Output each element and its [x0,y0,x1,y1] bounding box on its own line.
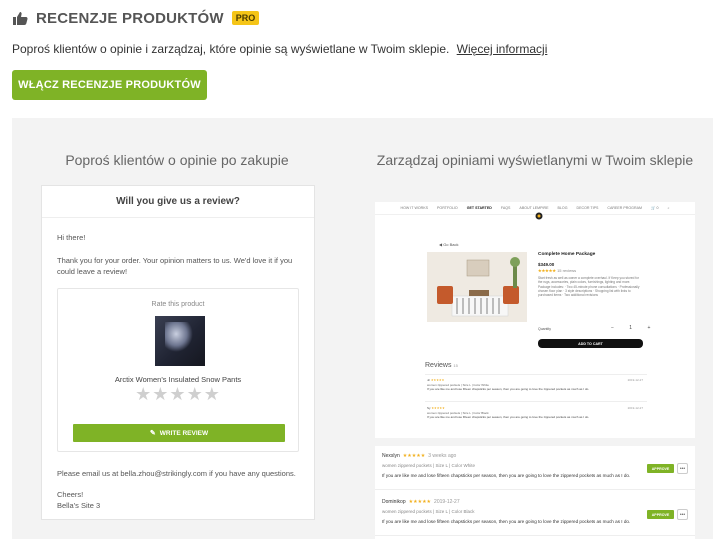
shop-nav-item: PORTFOLIO [437,206,458,210]
cart-icon: 🛒 0 [650,206,659,210]
review-stars: ★★★★★ [402,453,426,459]
review-row: Nexslyn ★★★★★ 3 weeks ago women zippered p… [375,446,695,490]
shop-logo [535,212,543,220]
shop-product-rating: ★★★★★ 15 reviews [538,268,577,273]
email-signature: Bella's Site 3 [57,501,101,510]
shop-preview: HOW IT WORKS PORTFOLIO GET STARTED FAQS … [375,202,695,438]
shop-product-description: Start fresh as well as owner a complete … [538,276,640,298]
go-back-link: ◀ Go Back [439,242,459,247]
add-to-cart-button: ADD TO CART [538,339,643,348]
review-text: If you are like me and lose fifteen chap… [382,473,631,478]
rate-product-box: Rate this product Arctix Women's Insulat… [57,288,299,452]
more-options-button[interactable]: ••• [677,509,688,520]
approve-button[interactable]: APPROVE [647,510,674,519]
shop-reviews-heading: Reviews 15 [425,362,458,369]
shop-nav-item: BLOG [557,206,568,210]
reviewer-name: Dominikop [382,499,406,505]
quantity-label: Quantity [538,327,552,331]
star-rating-input[interactable]: ★★★★★ [58,385,298,403]
review-stars: ★★★★★ [408,499,432,505]
email-heading: Will you give us a review? [42,186,314,218]
review-date: 2019-12-27 [434,499,460,505]
review-date: 3 weeks ago [428,453,457,459]
review-meta: women zippered pockets | Size L | Color … [382,509,475,514]
review-management-list: Nexslyn ★★★★★ 3 weeks ago women zippered p… [375,446,695,539]
email-questions: Please email us at bella.zhou@strikingly… [57,469,296,478]
shop-review-item: Jc ★★★★★ women zippered pockets | Size L… [427,378,643,391]
product-photo [427,252,527,322]
reviewer-name: Nexslyn [382,453,400,459]
shop-nav-item: DECOR TIPS [576,206,599,210]
pencil-icon: ✎ [149,429,156,437]
description-text: Poproś klientów o opinie i zarządzaj, kt… [12,42,450,56]
page-title: RECENZJE PRODUKTÓW [36,9,224,27]
review-text: If you are like me and lose fifteen chap… [382,519,631,524]
shop-nav-item: CAREER PROGRAM [607,206,642,210]
search-icon: ⌕ [667,206,670,210]
shop-nav-item: GET STARTED [466,206,492,210]
pro-badge: PRO [231,11,260,25]
page-header: RECENZJE PRODUKTÓW PRO [12,9,260,27]
shop-product-price: $349.00 [538,262,555,267]
shop-review-item: Sy ★★★★★ women zippered pockets | Size L… [427,406,643,419]
quantity-stepper: − 1 + [611,325,658,331]
left-column-title: Poproś klientów o opinie po zakupie [65,152,289,168]
approve-button[interactable]: APPROVE [647,464,674,473]
shop-nav-item: ABOUT LEMPIRE [519,206,549,210]
write-review-button[interactable]: ✎ WRITE REVIEW [73,424,285,442]
right-column-title: Zarządzaj opiniami wyświetlanymi w Twoim… [376,152,694,168]
thumbs-up-icon [13,12,28,25]
more-options-button[interactable]: ••• [677,463,688,474]
email-thanks: Thank you for your order. Your opinion m… [57,256,293,276]
review-meta: women zippered pockets | Size L | Color … [382,463,475,468]
shop-nav-item: FAQS [500,206,511,210]
review-row: Dominikop ★★★★★ 2019-12-27 women zippered … [375,492,695,536]
shop-product-title: Complete Home Package [538,252,596,257]
description: Poproś klientów o opinie i zarządzaj, kt… [12,42,547,56]
email-cheers: Cheers! [57,490,84,499]
email-greeting: Hi there! [57,233,86,242]
write-review-label: WRITE REVIEW [159,429,209,437]
more-info-link[interactable]: Więcej informacji [457,42,548,56]
product-image [155,316,205,366]
shop-nav-item: HOW IT WORKS [400,206,429,210]
enable-reviews-button[interactable]: WŁĄCZ RECENZJE PRODUKTÓW [12,70,207,100]
rate-label: Rate this product [151,301,205,308]
review-request-email: Will you give us a review? Hi there! Tha… [41,185,315,520]
